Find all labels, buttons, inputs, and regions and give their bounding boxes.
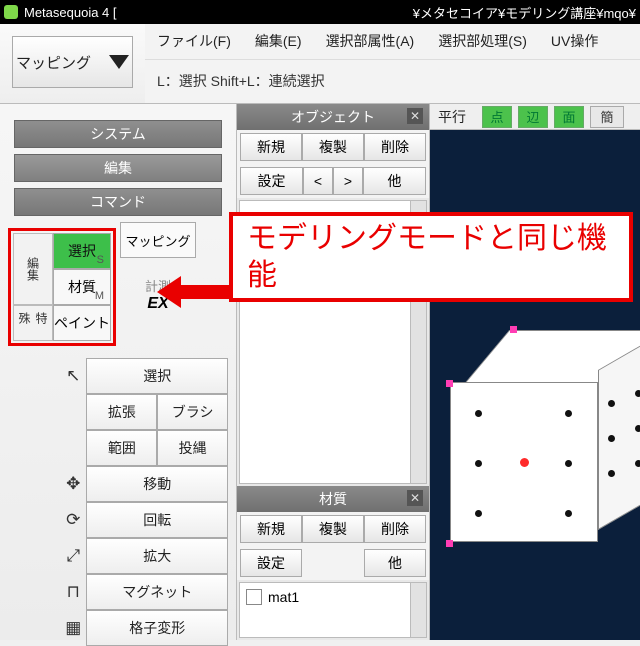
cmd-select-button[interactable]: 選択 S bbox=[53, 233, 111, 269]
scale-icon: ⤢ bbox=[60, 538, 86, 574]
title-bar: Metasequoia 4 [ ¥メタセコイア¥モデリング講座¥mqo¥ bbox=[0, 0, 640, 24]
menu-select-proc[interactable]: 選択部処理(S) bbox=[438, 31, 527, 51]
left-panel: システム 編集 コマンド 編集 特殊 選択 S 材質 M bbox=[0, 104, 236, 640]
annotation-arrow-icon bbox=[157, 276, 229, 306]
menu-bar: ファイル(F) 編集(E) 選択部属性(A) 選択部処理(S) UV操作 L：選… bbox=[145, 24, 640, 103]
object-new-button[interactable]: 新規 bbox=[240, 133, 302, 161]
material-swatch bbox=[246, 589, 262, 605]
lattice-icon: ▦ bbox=[60, 610, 86, 646]
viewport-panel: 平行 点 辺 面 簡 bbox=[430, 104, 640, 640]
object-panel-title: オブジェクト bbox=[291, 107, 375, 127]
tool-lattice[interactable]: 格子変形 bbox=[86, 610, 228, 646]
tool-scale[interactable]: 拡大 bbox=[86, 538, 228, 574]
object-set-button[interactable]: 設定 bbox=[240, 167, 303, 195]
projection-label[interactable]: 平行 bbox=[438, 107, 466, 127]
tool-grid: ↖ 選択 拡張 ブラシ 範囲 投縄 ✥ 移動 ⟳ 回転 ⤢ bbox=[60, 358, 228, 646]
tool-move[interactable]: 移動 bbox=[86, 466, 228, 502]
cmd-material-shortcut: M bbox=[95, 290, 104, 302]
rotate-icon: ⟳ bbox=[60, 502, 86, 538]
mode-point-button[interactable]: 点 bbox=[482, 106, 512, 128]
tool-magnet[interactable]: マグネット bbox=[86, 574, 228, 610]
material-dup-button[interactable]: 複製 bbox=[302, 515, 364, 543]
mode-edge-button[interactable]: 辺 bbox=[518, 106, 548, 128]
cmd-material-button[interactable]: 材質 M bbox=[53, 269, 111, 305]
viewport-header: 平行 点 辺 面 簡 bbox=[430, 104, 640, 130]
object-del-button[interactable]: 削除 bbox=[364, 133, 426, 161]
material-other-button[interactable]: 他 bbox=[364, 549, 426, 577]
scrollbar[interactable] bbox=[410, 583, 426, 637]
annotation-text: モデリングモードと同じ機能 bbox=[247, 220, 615, 295]
blank-icon bbox=[60, 430, 86, 466]
mode-selector[interactable]: マッピング bbox=[0, 24, 145, 103]
mode-simple-button[interactable]: 簡 bbox=[590, 106, 624, 128]
group-label-edit: 編集 bbox=[13, 233, 53, 305]
menu-edit[interactable]: 編集(E) bbox=[255, 31, 302, 51]
material-new-button[interactable]: 新規 bbox=[240, 515, 302, 543]
menu-uv-op[interactable]: UV操作 bbox=[551, 31, 598, 51]
material-panel-header: 材質 ✕ bbox=[237, 486, 429, 512]
document-path: ¥メタセコイア¥モデリング講座¥mqo¥ bbox=[117, 3, 636, 22]
viewport-canvas[interactable] bbox=[430, 130, 640, 640]
magnet-icon: ⊓ bbox=[60, 574, 86, 610]
system-panel-button[interactable]: システム bbox=[14, 120, 222, 148]
cmd-paint-button[interactable]: ペイント bbox=[53, 305, 111, 341]
main-area: システム 編集 コマンド 編集 特殊 選択 S 材質 M bbox=[0, 104, 640, 640]
cmd-select-shortcut: S bbox=[97, 254, 104, 266]
material-del-button[interactable]: 削除 bbox=[364, 515, 426, 543]
edit-panel-button[interactable]: 編集 bbox=[14, 154, 222, 182]
tool-range[interactable]: 範囲 bbox=[86, 430, 157, 466]
material-name: mat1 bbox=[268, 589, 299, 605]
app-icon bbox=[4, 5, 18, 19]
menu-file[interactable]: ファイル(F) bbox=[157, 31, 231, 51]
command-box: 編集 特殊 選択 S 材質 M ペイント bbox=[8, 228, 116, 346]
menu-select-attr[interactable]: 選択部属性(A) bbox=[326, 31, 415, 51]
object-next-button[interactable]: > bbox=[333, 167, 363, 195]
tool-brush[interactable]: ブラシ bbox=[157, 394, 228, 430]
cube-object bbox=[450, 330, 640, 550]
material-list[interactable]: mat1 bbox=[239, 582, 427, 638]
cmd-select-label: 選択 bbox=[68, 241, 96, 261]
object-dup-button[interactable]: 複製 bbox=[302, 133, 364, 161]
object-prev-button[interactable]: < bbox=[303, 167, 333, 195]
tool-select[interactable]: 選択 bbox=[86, 358, 228, 394]
cmd-mapping-button[interactable]: マッピング bbox=[120, 222, 196, 258]
close-icon[interactable]: ✕ bbox=[407, 108, 423, 124]
object-panel-header: オブジェクト ✕ bbox=[237, 104, 429, 130]
material-panel-title: 材質 bbox=[319, 489, 347, 509]
material-set-button[interactable]: 設定 bbox=[240, 549, 302, 577]
close-icon[interactable]: ✕ bbox=[407, 490, 423, 506]
mode-face-button[interactable]: 面 bbox=[554, 106, 584, 128]
panels-column: オブジェクト ✕ 新規 複製 削除 設定 < > 他 材質 ✕ 新規 bbox=[236, 104, 430, 640]
tool-lasso[interactable]: 投縄 bbox=[157, 430, 228, 466]
blank-icon bbox=[60, 394, 86, 430]
tool-extend[interactable]: 拡張 bbox=[86, 394, 157, 430]
chevron-down-icon bbox=[109, 55, 129, 69]
top-area: マッピング ファイル(F) 編集(E) 選択部属性(A) 選択部処理(S) UV… bbox=[0, 24, 640, 104]
mode-label: マッピング bbox=[16, 52, 91, 73]
object-other-button[interactable]: 他 bbox=[363, 167, 426, 195]
app-title: Metasequoia 4 [ bbox=[24, 5, 117, 20]
command-panel-header: コマンド bbox=[14, 188, 222, 216]
tool-rotate[interactable]: 回転 bbox=[86, 502, 228, 538]
cmd-material-label: 材質 bbox=[68, 277, 96, 297]
cursor-icon: ↖ bbox=[60, 358, 86, 394]
cmd-paint-label: ペイント bbox=[54, 313, 110, 333]
status-hint: L：選択 Shift+L：連続選択 bbox=[145, 60, 640, 103]
group-label-special: 特殊 bbox=[13, 305, 53, 341]
annotation-callout: モデリングモードと同じ機能 bbox=[229, 212, 633, 302]
move-icon: ✥ bbox=[60, 466, 86, 502]
material-row[interactable]: mat1 bbox=[244, 587, 422, 607]
